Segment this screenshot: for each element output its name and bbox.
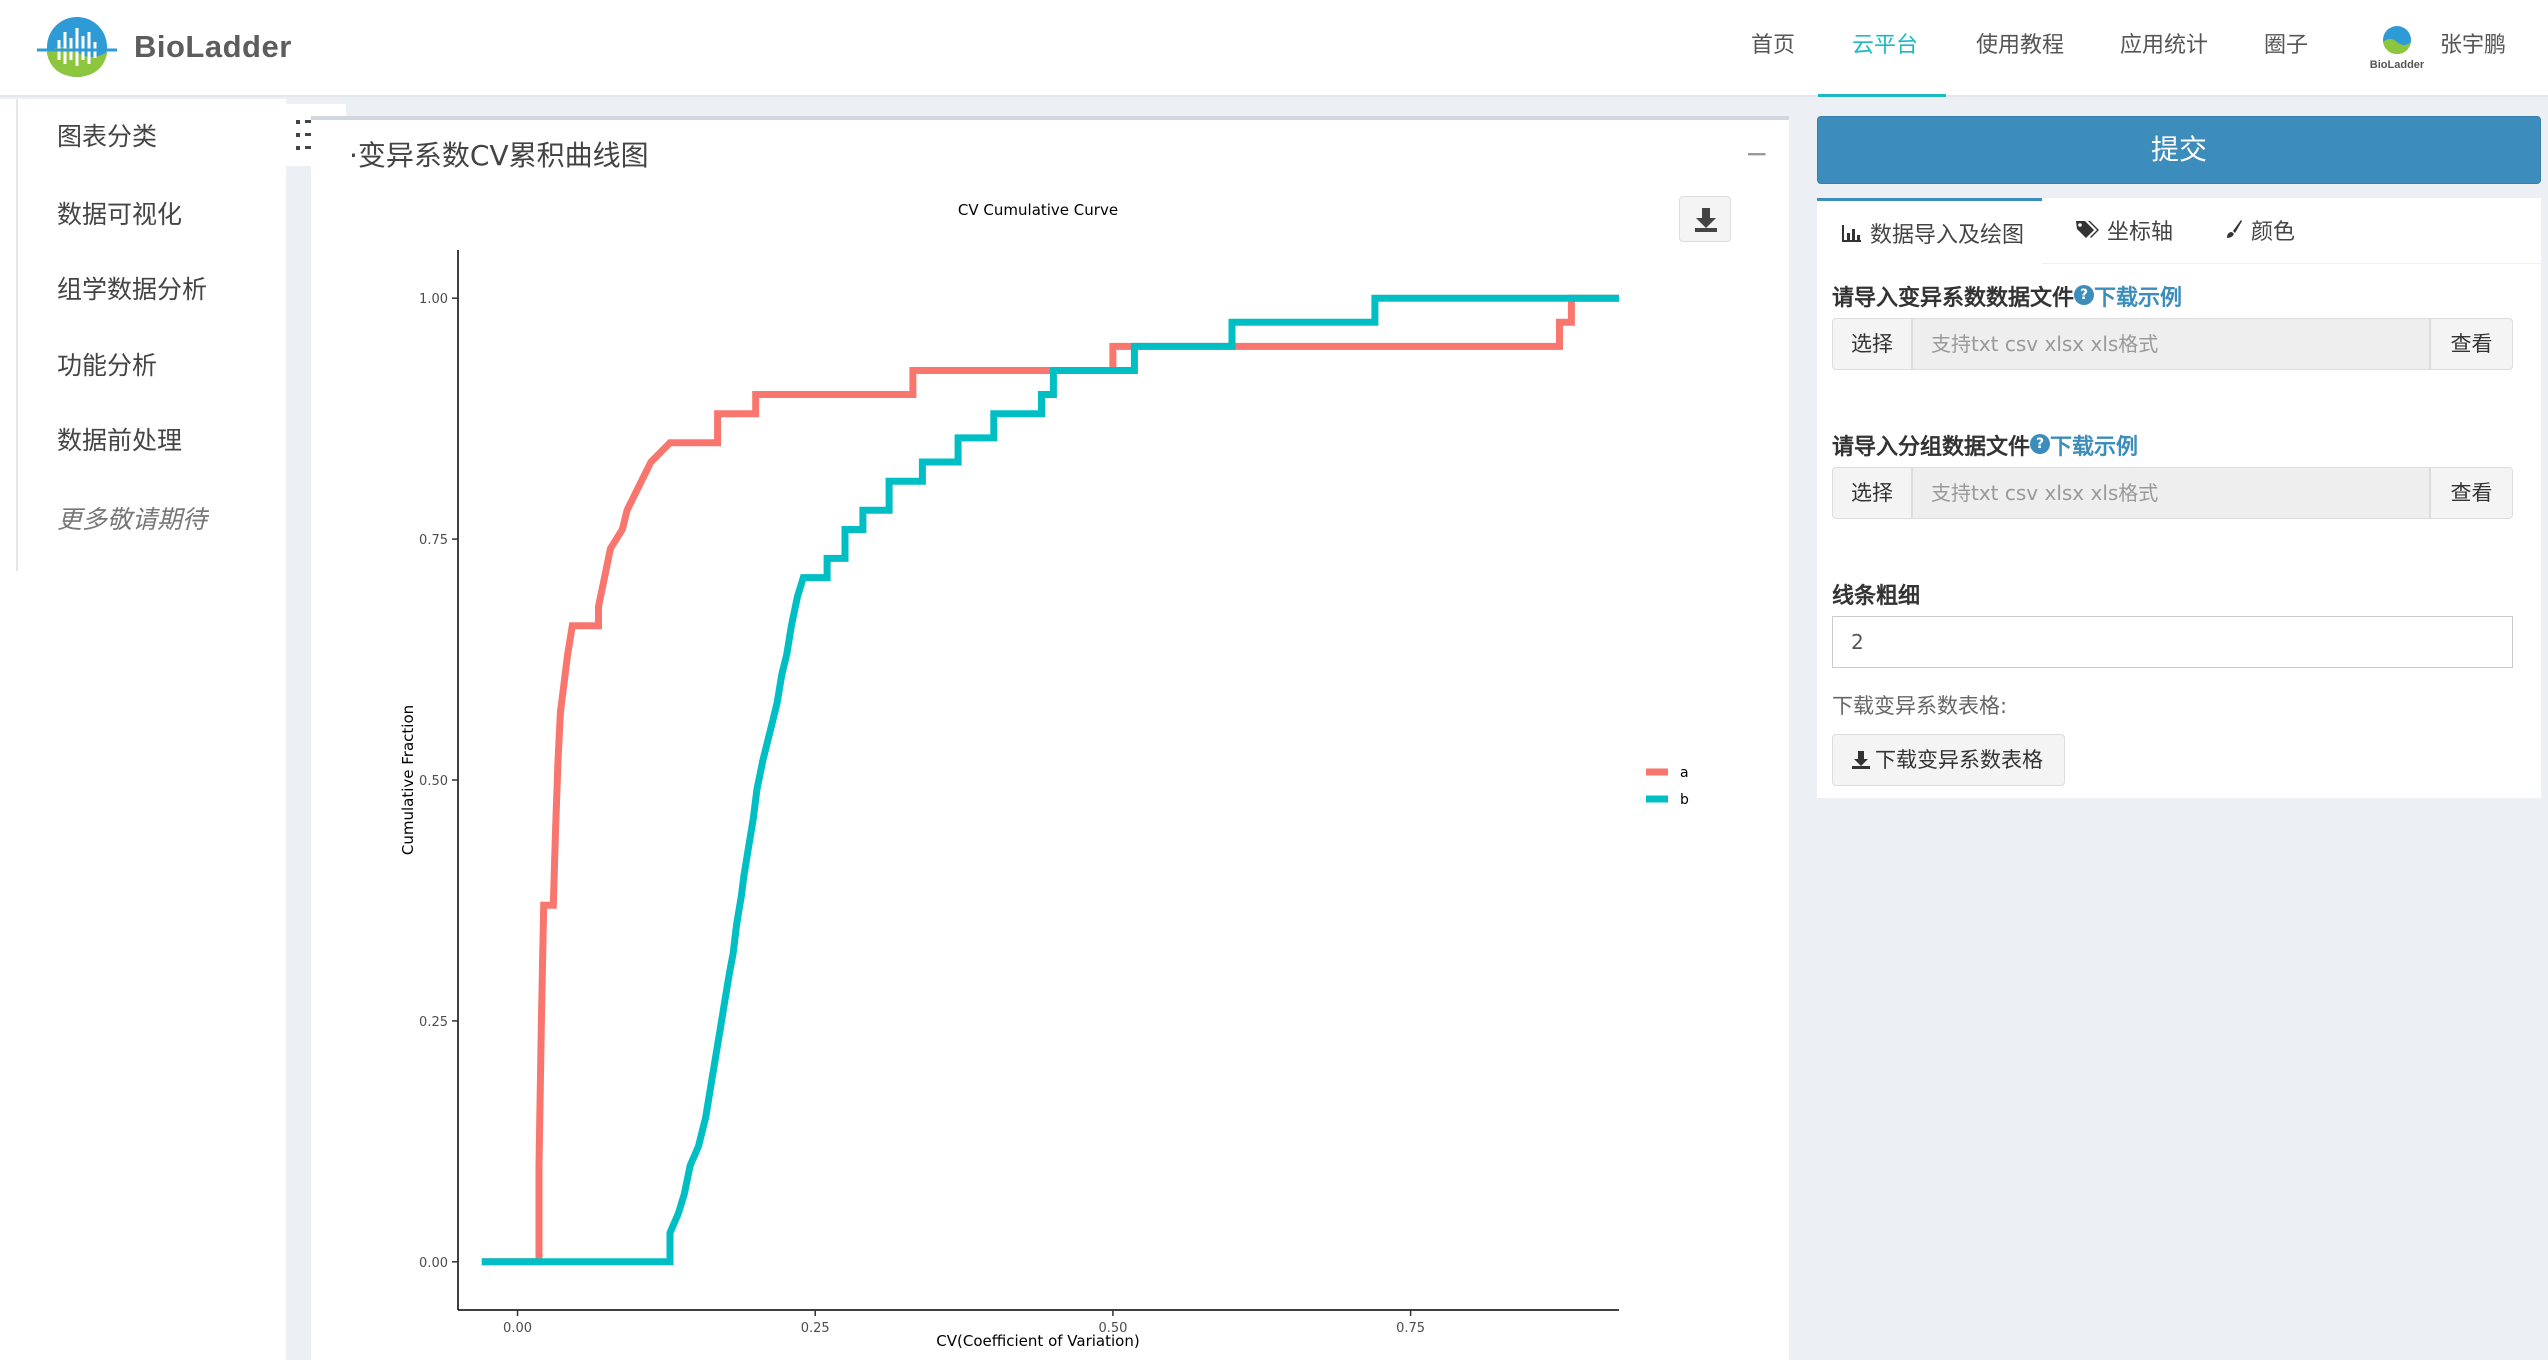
sidebar-item-data-preprocessing[interactable]: 数据前处理 bbox=[57, 421, 182, 457]
download-icon bbox=[1852, 751, 1870, 769]
y-tick-label: 0.50 bbox=[419, 774, 448, 789]
tab-color[interactable]: 颜色 bbox=[2225, 198, 2295, 264]
legend-label-a: a bbox=[1680, 765, 1689, 781]
chart-title: CV Cumulative Curve bbox=[958, 201, 1118, 219]
group-file-choose-button[interactable]: 选择 bbox=[1832, 467, 1912, 519]
tab-axis-label: 坐标轴 bbox=[2107, 220, 2174, 245]
user-name[interactable]: 张宇鹏 bbox=[2440, 0, 2506, 92]
tab-data-import[interactable]: 数据导入及绘图 bbox=[1817, 198, 2042, 264]
y-tick-label: 1.00 bbox=[419, 292, 448, 307]
y-tick-label: 0.00 bbox=[419, 1256, 448, 1271]
cv-file-choose-button[interactable]: 选择 bbox=[1832, 318, 1912, 370]
series-line-a bbox=[481, 294, 1619, 1266]
brand-name: BioLadder bbox=[134, 29, 292, 64]
nav-community[interactable]: 圈子 bbox=[2264, 0, 2308, 97]
x-tick-label: 0.50 bbox=[1098, 1321, 1127, 1336]
cv-file-label: 请导入变异系数数据文件? 下载示例 bbox=[1832, 280, 2182, 312]
download-cv-table-button[interactable]: 下载变异系数表格 bbox=[1832, 734, 2065, 786]
settings-panel: 数据导入及绘图 坐标轴 颜色 请导入变异系数数据文件? 下载示例 选择 支持txt… bbox=[1817, 198, 2541, 798]
cv-file-view-button[interactable]: 查看 bbox=[2430, 318, 2513, 370]
series-line-b bbox=[481, 294, 1619, 1266]
nav-cloud-platform[interactable]: 云平台 bbox=[1852, 0, 1918, 97]
sidebar-item-chart-categories[interactable]: 图表分类 bbox=[57, 117, 157, 153]
line-width-label: 线条粗细 bbox=[1832, 584, 1921, 609]
cv-file-input-group: 选择 支持txt csv xlsx xls格式 查看 bbox=[1832, 318, 2513, 370]
settings-tabs: 数据导入及绘图 坐标轴 颜色 bbox=[1817, 198, 2541, 264]
y-tick-label: 0.75 bbox=[419, 533, 448, 548]
sidebar-item-data-visualization[interactable]: 数据可视化 bbox=[57, 195, 182, 231]
legend-label-b: b bbox=[1680, 792, 1689, 808]
nav-tutorial[interactable]: 使用教程 bbox=[1976, 0, 2064, 97]
user-avatar[interactable]: BioLadder bbox=[2370, 20, 2424, 72]
paint-brush-icon bbox=[2225, 198, 2243, 268]
bioladder-logo-icon bbox=[37, 17, 117, 77]
brand-logo[interactable]: BioLadder bbox=[32, 14, 292, 80]
cv-example-download-link[interactable]: 下载示例 bbox=[2094, 286, 2182, 311]
download-table-label: 下载变异系数表格: bbox=[1832, 694, 2008, 718]
cv-file-label-text: 请导入变异系数数据文件 bbox=[1832, 286, 2075, 311]
tab-data-import-label: 数据导入及绘图 bbox=[1870, 223, 2025, 248]
x-tick-label: 0.25 bbox=[801, 1321, 830, 1336]
tags-icon bbox=[2075, 198, 2099, 268]
top-navbar: BioLadder 首页 云平台 使用教程 应用统计 圈子 BioLadder … bbox=[0, 0, 2548, 97]
avatar-text: BioLadder bbox=[2370, 59, 2424, 71]
y-axis-label: Cumulative Fraction bbox=[399, 705, 417, 855]
chart-legend: ab bbox=[1646, 765, 1689, 808]
line-width-input[interactable]: 2 bbox=[1832, 616, 2513, 668]
group-file-input[interactable]: 支持txt csv xlsx xls格式 bbox=[1912, 467, 2430, 519]
help-icon[interactable]: ? bbox=[2030, 434, 2051, 454]
nav-home[interactable]: 首页 bbox=[1751, 0, 1795, 97]
group-file-input-group: 选择 支持txt csv xlsx xls格式 查看 bbox=[1832, 467, 2513, 519]
group-file-view-button[interactable]: 查看 bbox=[2430, 467, 2513, 519]
cv-file-input[interactable]: 支持txt csv xlsx xls格式 bbox=[1912, 318, 2430, 370]
submit-button[interactable]: 提交 bbox=[1817, 116, 2541, 184]
x-tick-label: 0.75 bbox=[1396, 1321, 1425, 1336]
chart-series bbox=[481, 294, 1619, 1266]
group-file-label-text: 请导入分组数据文件 bbox=[1832, 435, 2031, 460]
sidebar-item-omics-analysis[interactable]: 组学数据分析 bbox=[57, 270, 207, 306]
nav-app-stats[interactable]: 应用统计 bbox=[2120, 0, 2208, 97]
sidebar-divider bbox=[16, 99, 18, 571]
y-tick-label: 0.25 bbox=[419, 1015, 448, 1030]
sidebar-item-functional-analysis[interactable]: 功能分析 bbox=[57, 346, 157, 382]
nav-active-indicator bbox=[1818, 94, 1946, 97]
sidebar-item-coming-soon: 更多敬请期待 bbox=[57, 505, 208, 534]
cv-cumulative-chart: CV Cumulative Curve CV(Coefficient of Va… bbox=[399, 201, 1689, 1350]
tab-color-label: 颜色 bbox=[2251, 220, 2296, 245]
bar-chart-icon bbox=[1842, 201, 1862, 271]
x-tick-label: 0.00 bbox=[503, 1321, 532, 1336]
download-cv-table-label: 下载变异系数表格 bbox=[1875, 748, 2043, 772]
help-icon[interactable]: ? bbox=[2074, 285, 2095, 305]
group-file-label: 请导入分组数据文件? 下载示例 bbox=[1832, 429, 2138, 461]
group-example-download-link[interactable]: 下载示例 bbox=[2050, 435, 2138, 460]
chart-panel: ·变异系数CV累积曲线图 − CV Cumulative Curve CV(Co… bbox=[311, 116, 1789, 1360]
sidebar: 图表分类 数据可视化 组学数据分析 功能分析 数据前处理 更多敬请期待 bbox=[0, 99, 286, 1360]
tab-axis[interactable]: 坐标轴 bbox=[2075, 198, 2173, 264]
